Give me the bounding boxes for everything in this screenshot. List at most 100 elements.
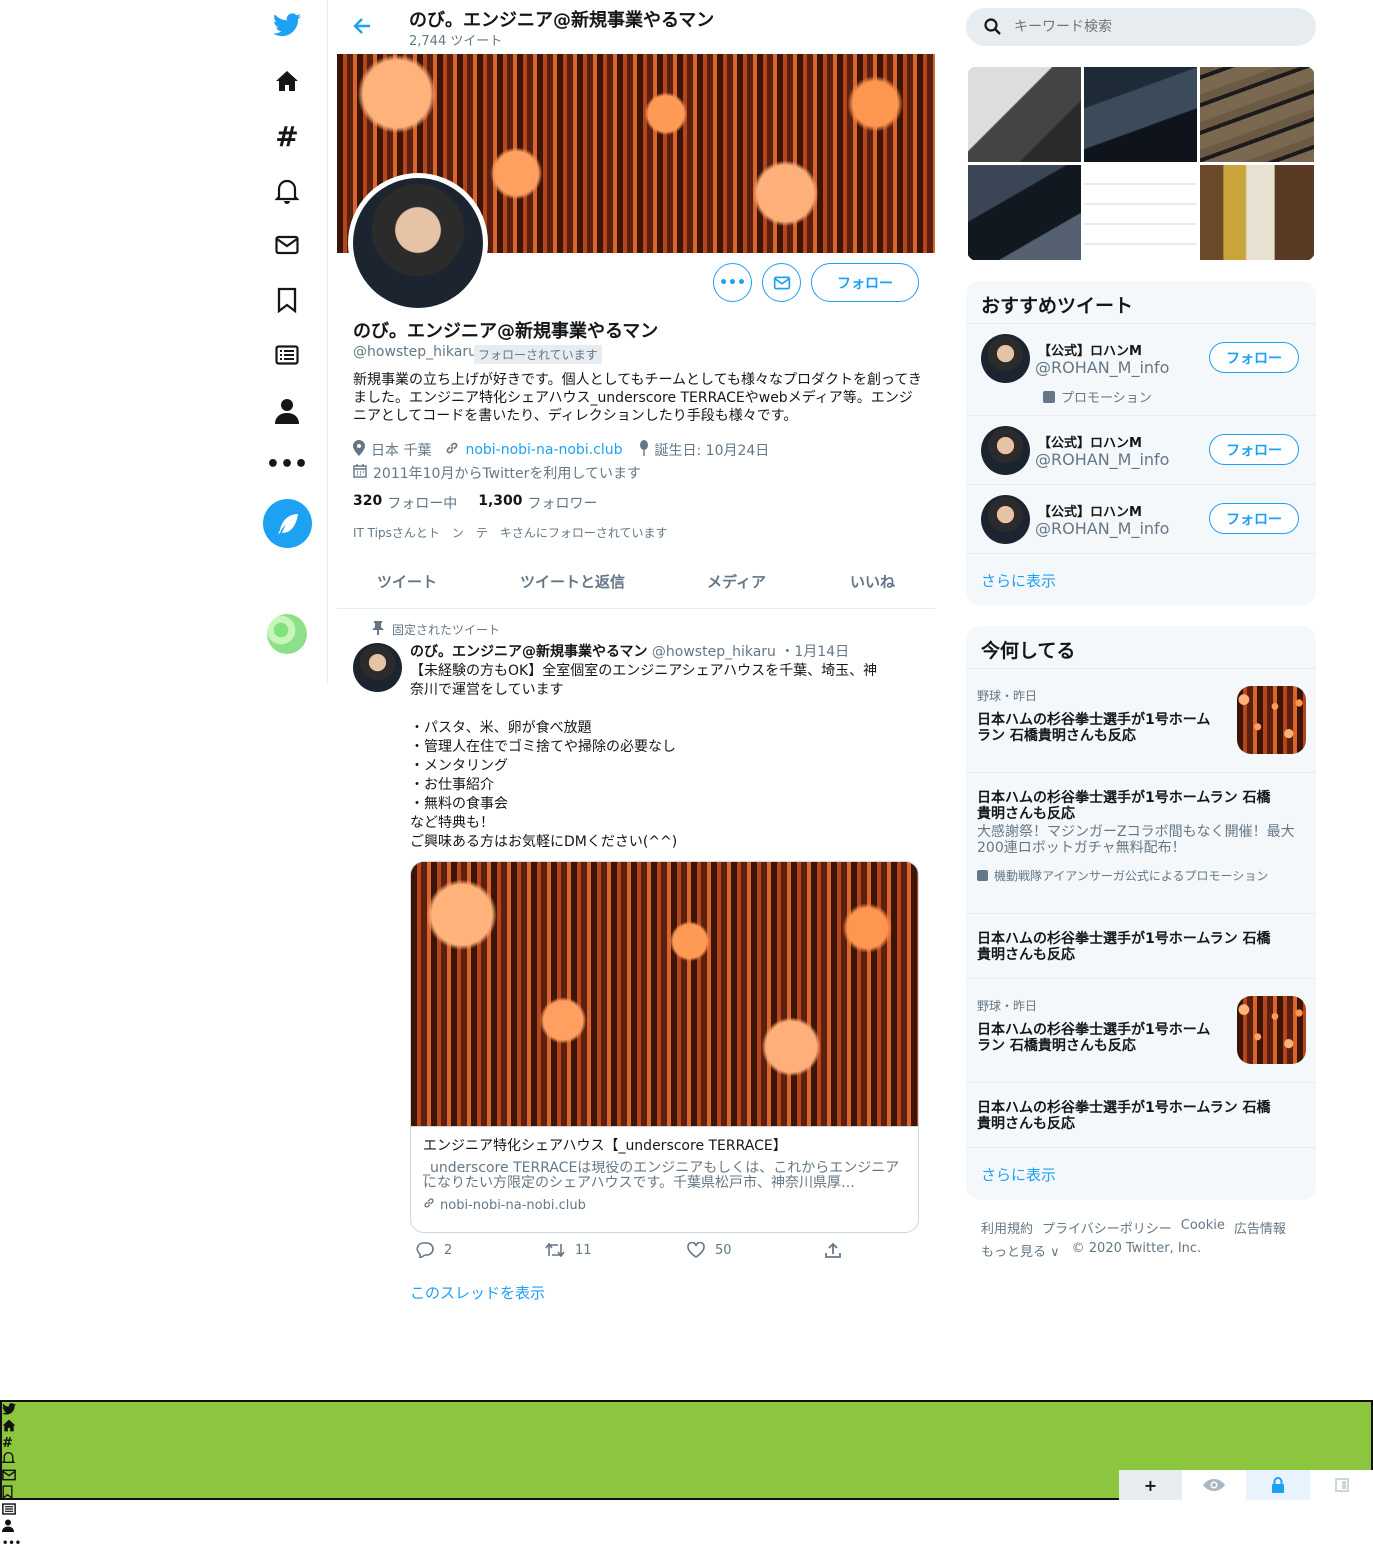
trend-title[interactable]: 日本ハムの杉谷拳士選手が1号ホームラン 石橋貴明さんも反応 bbox=[977, 931, 1277, 963]
tab-tweets-replies[interactable]: ツイートと返信 bbox=[520, 571, 625, 592]
suggested-follow-button[interactable]: フォロー bbox=[1209, 342, 1299, 373]
suggested-user-name[interactable]: 【公式】ロハンM bbox=[1038, 340, 1142, 359]
suggested-user-handle[interactable]: @ROHAN_M_info bbox=[1035, 450, 1169, 469]
link-card-text: エンジニア特化シェアハウス【_underscore TERRACE】 _unde… bbox=[411, 1127, 918, 1221]
notifications-bell-icon[interactable] bbox=[1, 1451, 18, 1469]
pinned-label: 固定されたツイート bbox=[392, 623, 501, 637]
footer-link-terms[interactable]: 利用規約 bbox=[981, 1218, 1033, 1237]
footer-link-privacy[interactable]: プライバシーポリシー bbox=[1042, 1218, 1172, 1237]
tab-tweets[interactable]: ツイート bbox=[377, 571, 437, 592]
tweet-author-avatar[interactable] bbox=[353, 643, 402, 692]
tweet-line: 【未経験の方もOK】全室個室のエンジニアシェアハウスを千葉、埼玉、神 bbox=[410, 663, 878, 679]
balloon-icon bbox=[639, 440, 649, 460]
reply-action[interactable]: 2 bbox=[416, 1242, 452, 1258]
media-thumb[interactable] bbox=[1200, 165, 1314, 260]
lists-icon[interactable] bbox=[2, 1503, 18, 1519]
suggested-user-avatar[interactable] bbox=[981, 334, 1030, 383]
bookmark-icon[interactable] bbox=[270, 283, 304, 317]
profile-avatar[interactable] bbox=[353, 178, 483, 308]
search-bar[interactable] bbox=[966, 8, 1316, 46]
tabs-divider bbox=[337, 608, 935, 609]
media-grid bbox=[966, 65, 1316, 262]
suggested-user-avatar[interactable] bbox=[981, 426, 1030, 475]
more-options-button[interactable]: ••• bbox=[713, 263, 752, 302]
add-button[interactable]: + bbox=[1119, 1470, 1182, 1500]
eye-icon bbox=[1203, 1479, 1225, 1491]
suggested-user-name[interactable]: 【公式】ロハンM bbox=[1038, 432, 1142, 451]
trend-title[interactable]: 日本ハムの杉谷拳士選手が1号ホームラン 石橋貴明さんも反応 bbox=[977, 790, 1277, 822]
more-ellipsis-icon[interactable]: ••• bbox=[266, 447, 308, 481]
footer-copyright: © 2020 Twitter, Inc. bbox=[1071, 1241, 1202, 1256]
followers-count[interactable]: 1,300 bbox=[478, 493, 522, 513]
trend-thumbnail[interactable] bbox=[1237, 996, 1306, 1064]
footer-more[interactable]: もっと見る ∨ bbox=[981, 1241, 1060, 1260]
link-card-url: nobi-nobi-na-nobi.club bbox=[440, 1197, 586, 1213]
like-action[interactable]: 50 bbox=[687, 1242, 732, 1258]
profile-person-icon[interactable] bbox=[2, 1519, 18, 1536]
tweet-author-handle[interactable]: @howstep_hikaru bbox=[652, 644, 776, 660]
notifications-bell-icon[interactable] bbox=[270, 174, 304, 208]
header-name: のび。エンジニア@新規事業やるマン bbox=[409, 10, 715, 31]
compose-tweet-button[interactable] bbox=[263, 499, 312, 548]
explore-hashtag-icon[interactable]: # bbox=[270, 119, 304, 153]
back-arrow-icon[interactable] bbox=[352, 16, 376, 40]
home-icon[interactable] bbox=[270, 64, 304, 98]
media-thumb[interactable] bbox=[968, 165, 1081, 260]
divider bbox=[966, 553, 1316, 554]
trend-thumbnail[interactable] bbox=[1237, 686, 1306, 754]
tweet-author-name[interactable]: のび。エンジニア@新規事業やるマン bbox=[410, 644, 647, 660]
more-ellipsis-icon[interactable]: ••• bbox=[2, 1536, 21, 1551]
bookmark-icon[interactable] bbox=[2, 1485, 18, 1503]
twitter-logo-icon[interactable] bbox=[270, 8, 304, 42]
footer-link-cookie[interactable]: Cookie bbox=[1181, 1218, 1225, 1237]
messages-envelope-icon[interactable] bbox=[2, 1469, 18, 1485]
home-icon[interactable] bbox=[2, 1419, 18, 1436]
tab-media[interactable]: メディア bbox=[707, 571, 766, 592]
visibility-button[interactable] bbox=[1182, 1470, 1246, 1500]
twitter-logo-icon[interactable] bbox=[2, 1403, 18, 1419]
tweet-date[interactable]: ・1月14日 bbox=[780, 644, 849, 660]
followers-label[interactable]: フォロワー bbox=[528, 493, 598, 513]
trend-title[interactable]: 日本ハムの杉谷拳士選手が1号ホームラン 石橋貴明さんも反応 bbox=[977, 1100, 1277, 1132]
media-thumb[interactable] bbox=[1084, 165, 1197, 260]
link-card[interactable]: エンジニア特化シェアハウス【_underscore TERRACE】 _unde… bbox=[410, 861, 919, 1233]
trend-promo-label: 機動戦隊アイアンサーガ公式によるプロモーション bbox=[994, 869, 1269, 883]
suggested-user-name[interactable]: 【公式】ロハンM bbox=[1038, 501, 1142, 520]
profile-person-icon[interactable] bbox=[270, 394, 304, 428]
retweet-action[interactable]: 11 bbox=[545, 1242, 592, 1258]
trend-title[interactable]: 日本ハムの杉谷拳士選手が1号ホームラン 石橋貴明さんも反応 bbox=[977, 712, 1222, 744]
tweet-line: ・管理人在住でゴミ捨てや掃除の必要なし bbox=[410, 739, 676, 755]
follow-button[interactable]: フォロー bbox=[811, 263, 919, 302]
show-thread-link[interactable]: このスレッドを表示 bbox=[410, 1282, 545, 1303]
tab-likes[interactable]: いいね bbox=[850, 571, 895, 592]
media-thumb[interactable] bbox=[1084, 67, 1197, 162]
media-thumb[interactable] bbox=[968, 67, 1081, 162]
calendar-icon bbox=[353, 464, 367, 482]
trend-title[interactable]: 日本ハムの杉谷拳士選手が1号ホームラン 石橋貴明さんも反応 bbox=[977, 1022, 1222, 1054]
trend-promo-row: 機動戦隊アイアンサーガ公式によるプロモーション bbox=[977, 867, 1268, 884]
lock-button[interactable] bbox=[1246, 1470, 1310, 1500]
followed-by-text[interactable]: IT Tipsさんとト ン テ キさんにフォローされています bbox=[353, 524, 668, 541]
following-count[interactable]: 320 bbox=[353, 493, 382, 513]
lists-icon[interactable] bbox=[270, 338, 304, 372]
share-action[interactable] bbox=[825, 1242, 841, 1262]
messages-envelope-icon[interactable] bbox=[270, 228, 304, 262]
suggested-user-avatar[interactable] bbox=[981, 495, 1030, 544]
media-thumb[interactable] bbox=[1200, 67, 1314, 162]
suggested-user-handle[interactable]: @ROHAN_M_info bbox=[1035, 358, 1169, 377]
suggested-user-handle[interactable]: @ROHAN_M_info bbox=[1035, 519, 1169, 538]
account-avatar[interactable] bbox=[267, 614, 307, 654]
explore-hashtag-icon[interactable]: # bbox=[2, 1436, 18, 1451]
suggested-follow-button[interactable]: フォロー bbox=[1209, 503, 1299, 534]
following-label[interactable]: フォロー中 bbox=[387, 493, 457, 513]
search-input[interactable] bbox=[1014, 19, 1294, 35]
trends-show-more[interactable]: さらに表示 bbox=[981, 1164, 1056, 1185]
window-button[interactable] bbox=[1310, 1470, 1373, 1500]
message-button[interactable] bbox=[762, 263, 801, 302]
feather-icon bbox=[277, 513, 298, 534]
suggested-follow-button[interactable]: フォロー bbox=[1209, 434, 1299, 465]
link-icon bbox=[445, 441, 459, 459]
profile-link[interactable]: nobi-nobi-na-nobi.club bbox=[465, 442, 622, 458]
who-to-follow-show-more[interactable]: さらに表示 bbox=[981, 570, 1056, 591]
footer-link-ads[interactable]: 広告情報 bbox=[1234, 1218, 1286, 1237]
